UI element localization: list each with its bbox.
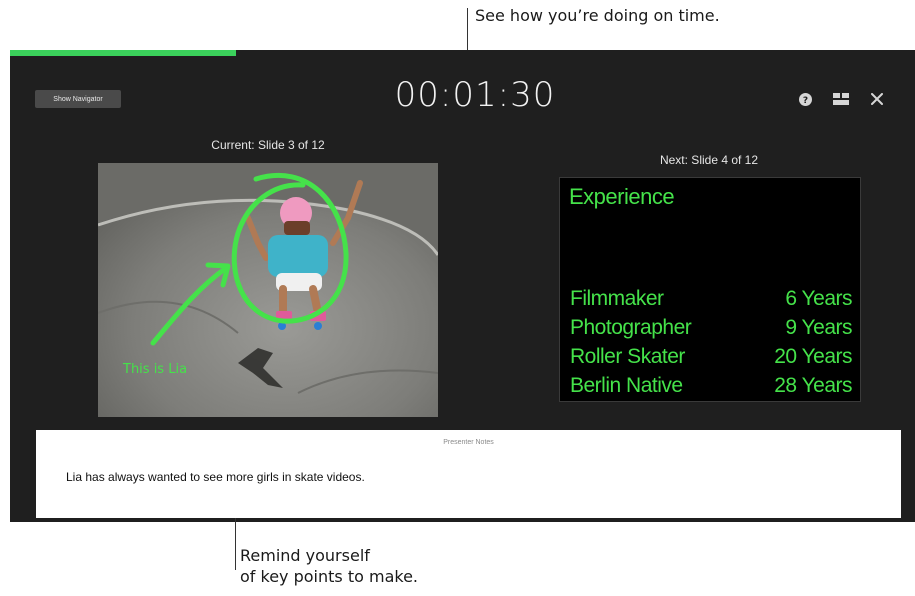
list-item: Filmmaker 6 Years: [570, 284, 852, 313]
show-navigator-button[interactable]: Show Navigator: [35, 90, 121, 108]
experience-role: Filmmaker: [570, 287, 664, 310]
next-slide-preview[interactable]: Experience Filmmaker 6 Years Photographe…: [559, 177, 861, 402]
current-slide-preview[interactable]: This is Lia: [98, 163, 438, 417]
help-icon[interactable]: ?: [797, 91, 813, 107]
slide-annotation-text: This is Lia: [122, 362, 187, 377]
list-item: Roller Skater 20 Years: [570, 342, 852, 371]
skatepark-photo: This is Lia: [98, 163, 438, 417]
window-controls: ?: [797, 91, 885, 107]
layout-icon[interactable]: [833, 91, 849, 107]
presenter-notes-header: Presenter Notes: [443, 439, 494, 446]
svg-text:?: ?: [802, 96, 807, 106]
experience-years: 20 Years: [774, 345, 852, 368]
presenter-display: Show Navigator 00:01:30 ? Current: Slide…: [10, 50, 915, 522]
elapsed-timer[interactable]: 00:01:30: [350, 75, 600, 115]
presenter-notes-text[interactable]: Lia has always wanted to see more girls …: [66, 470, 365, 484]
slide-progress-bar: [10, 50, 237, 56]
experience-role: Photographer: [570, 316, 692, 339]
experience-list: Filmmaker 6 Years Photographer 9 Years R…: [570, 284, 852, 400]
next-slide-title: Experience: [569, 184, 675, 209]
notes-callout-line: [235, 518, 236, 570]
notes-callout: Remind yourself of key points to make.: [240, 545, 418, 587]
experience-role: Berlin Native: [570, 374, 683, 397]
notes-callout-line-2: of key points to make.: [240, 567, 418, 586]
experience-years: 28 Years: [774, 374, 852, 397]
experience-years: 6 Years: [785, 287, 852, 310]
list-item: Berlin Native 28 Years: [570, 371, 852, 400]
list-item: Photographer 9 Years: [570, 313, 852, 342]
notes-callout-line-1: Remind yourself: [240, 546, 370, 565]
timer-callout: See how you’re doing on time.: [475, 6, 720, 25]
experience-years: 9 Years: [785, 316, 852, 339]
next-slide-label: Next: Slide 4 of 12: [659, 153, 759, 167]
experience-role: Roller Skater: [570, 345, 685, 368]
close-icon[interactable]: [869, 91, 885, 107]
presenter-notes-panel[interactable]: Presenter Notes Lia has always wanted to…: [36, 430, 901, 518]
current-slide-label: Current: Slide 3 of 12: [211, 138, 325, 152]
